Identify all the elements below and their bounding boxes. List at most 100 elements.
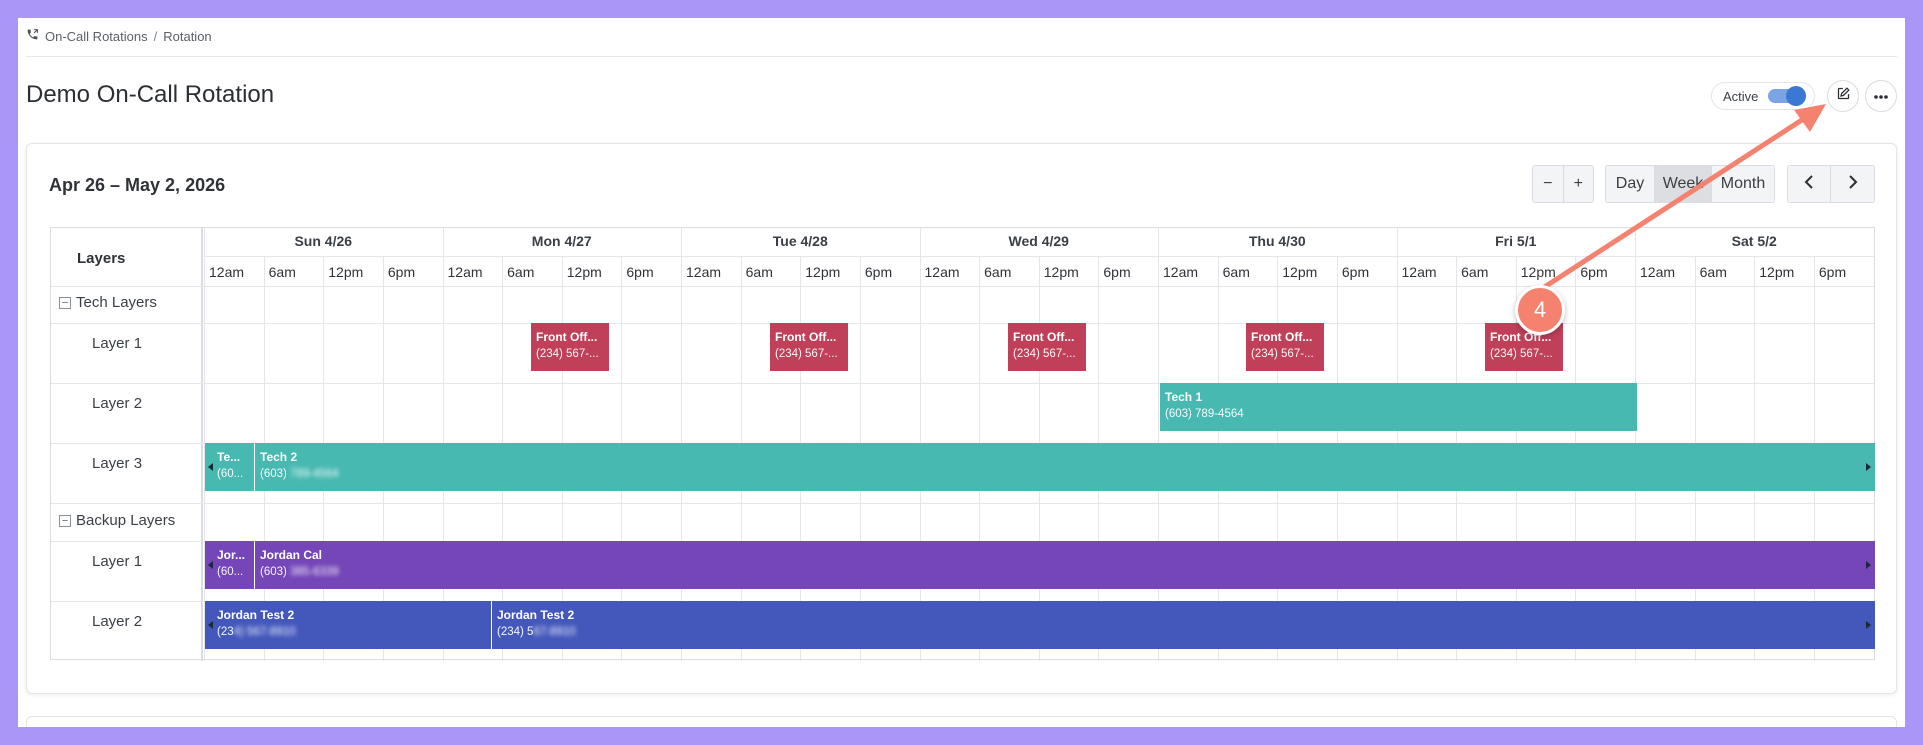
event-front-office[interactable]: Front Off... (234) 567-... (1246, 323, 1324, 371)
time-slot-header: 12am (1401, 264, 1437, 280)
time-slot-header: 12am (686, 264, 722, 280)
continues-left-icon (208, 621, 213, 629)
time-slot-header: 12pm (1520, 264, 1556, 280)
more-options-button[interactable] (1865, 80, 1897, 112)
time-slot-header: 6am (507, 264, 535, 280)
event-tech-1[interactable]: Tech 1 (603) 789-4564 (1160, 383, 1637, 431)
page-title: Demo On-Call Rotation (26, 81, 275, 108)
layer-label: Layer 2 (92, 613, 143, 630)
event-tech-truncated[interactable]: Te... (60... (205, 443, 254, 491)
time-slot-header: 12pm (805, 264, 841, 280)
time-slot-header: 6am (745, 264, 773, 280)
collapse-icon[interactable]: − (59, 514, 71, 527)
layers-column-header: Layers (77, 250, 126, 267)
layer-label: Layer 1 (92, 335, 143, 352)
time-slot-header: 6am (984, 264, 1012, 280)
prev-week-button[interactable] (1788, 166, 1831, 202)
more-icon (1873, 87, 1889, 105)
redacted-phone: 67-8910 (533, 626, 576, 638)
group-tech-layers[interactable]: − Tech Layers (59, 294, 157, 311)
group-backup-layers[interactable]: − Backup Layers (59, 512, 175, 529)
time-slot-header: 6pm (1580, 264, 1608, 280)
day-header: Fri 5/1 (1495, 233, 1537, 249)
grid-line (51, 323, 1874, 324)
day-header: Mon 4/27 (531, 233, 592, 249)
collapse-icon[interactable]: − (59, 296, 71, 309)
time-slot-header: 12pm (1759, 264, 1795, 280)
redacted-phone: 385-6339 (290, 566, 339, 578)
next-week-button[interactable] (1831, 166, 1874, 202)
view-month-button[interactable]: Month (1712, 166, 1774, 202)
navigation-controls (1787, 165, 1875, 203)
day-header: Thu 4/30 (1248, 233, 1306, 249)
event-front-office[interactable]: Front Off... (234) 567-... (531, 323, 609, 371)
day-header: Tue 4/28 (772, 233, 828, 249)
grid-line (201, 228, 203, 661)
group-label: Backup Layers (76, 512, 176, 529)
day-header: Wed 4/29 (1008, 233, 1069, 249)
redacted-phone: 789-4564 (290, 468, 339, 480)
time-slot-header: 12pm (1282, 264, 1318, 280)
breadcrumb-separator: / (153, 28, 158, 44)
layer-label: Layer 3 (92, 455, 143, 472)
step-callout-badge: 4 (1515, 285, 1565, 335)
grid-line (51, 503, 1874, 504)
group-label: Tech Layers (76, 294, 157, 311)
time-slot-header: 6pm (1341, 264, 1370, 280)
time-slot-header: 6am (1222, 264, 1250, 280)
time-slot-header: 12am (1163, 264, 1199, 280)
time-slot-header: 12pm (566, 264, 602, 280)
continues-left-icon (208, 463, 213, 471)
continues-left-icon (208, 561, 213, 569)
phone-icon (26, 28, 39, 44)
day-header: Sat 5/2 (1731, 233, 1777, 249)
divider (26, 56, 1897, 57)
grid-line (51, 286, 1874, 287)
edit-button[interactable] (1827, 80, 1859, 112)
event-front-office[interactable]: Front Off... (234) 567-... (1008, 323, 1086, 371)
breadcrumb: On-Call Rotations / Rotation (26, 28, 212, 44)
time-slot-header: 12am (924, 264, 960, 280)
active-toggle[interactable] (1768, 86, 1806, 106)
event-front-office[interactable]: Front Off... (234) 567-... (770, 323, 848, 371)
event-jordan-cal[interactable]: Jordan Cal (603) 385-6339 (255, 541, 1875, 589)
time-slot-header: 6pm (626, 264, 654, 280)
chevron-right-icon (1848, 174, 1858, 194)
time-slot-header: 6pm (1818, 264, 1847, 280)
time-slot-header: 6pm (387, 264, 416, 280)
day-header: Sun 4/26 (294, 233, 353, 249)
event-tech-2[interactable]: Tech 2 (603) 789-4564 (255, 443, 1875, 491)
rotation-page: On-Call Rotations / Rotation Demo On-Cal… (18, 18, 1905, 727)
time-slot-header: 12am (1640, 264, 1676, 280)
view-week-button[interactable]: Week (1655, 166, 1712, 202)
breadcrumb-rotation: Rotation (163, 28, 212, 44)
redacted-phone: 4) 567-8910 (233, 626, 296, 638)
active-label: Active (1723, 88, 1759, 104)
view-switcher: Day Week Month (1605, 165, 1775, 203)
time-slot-header: 6am (1461, 264, 1489, 280)
view-day-button[interactable]: Day (1606, 166, 1655, 202)
breadcrumb-oncall-rotations[interactable]: On-Call Rotations (45, 29, 148, 44)
time-slot-header: 6pm (864, 264, 893, 280)
layer-label: Layer 2 (92, 395, 143, 412)
active-toggle-control[interactable]: Active (1711, 82, 1815, 110)
continues-right-icon (1866, 561, 1871, 569)
time-slot-header: 12am (209, 264, 245, 280)
event-jordan-truncated[interactable]: Jor... (60... (205, 541, 254, 589)
time-slot-header: 12pm (1043, 264, 1079, 280)
date-range-title: Apr 26 – May 2, 2026 (49, 175, 226, 195)
event-jordan-test-2[interactable]: Jordan Test 2 (234) 567-8910 (492, 601, 1875, 649)
edit-icon (1836, 86, 1851, 106)
schedule-grid: Layers Sun 4/26 Mon 4/27 Tue 4/28 Wed 4/29 T… (50, 227, 1875, 661)
time-slot-header: 12pm (328, 264, 364, 280)
zoom-in-button[interactable]: + (1563, 166, 1593, 202)
grid-line (204, 256, 1874, 257)
time-slot-header: 6pm (1103, 264, 1131, 280)
time-slot-header: 6am (1699, 264, 1727, 280)
toggle-knob (1786, 86, 1806, 106)
time-slot-header: 6am (268, 264, 296, 280)
event-jordan-test-2[interactable]: Jordan Test 2 (234) 567-8910 (205, 601, 491, 649)
continues-right-icon (1866, 621, 1871, 629)
zoom-out-button[interactable]: − (1533, 166, 1564, 202)
time-slot-header: 12am (447, 264, 483, 280)
